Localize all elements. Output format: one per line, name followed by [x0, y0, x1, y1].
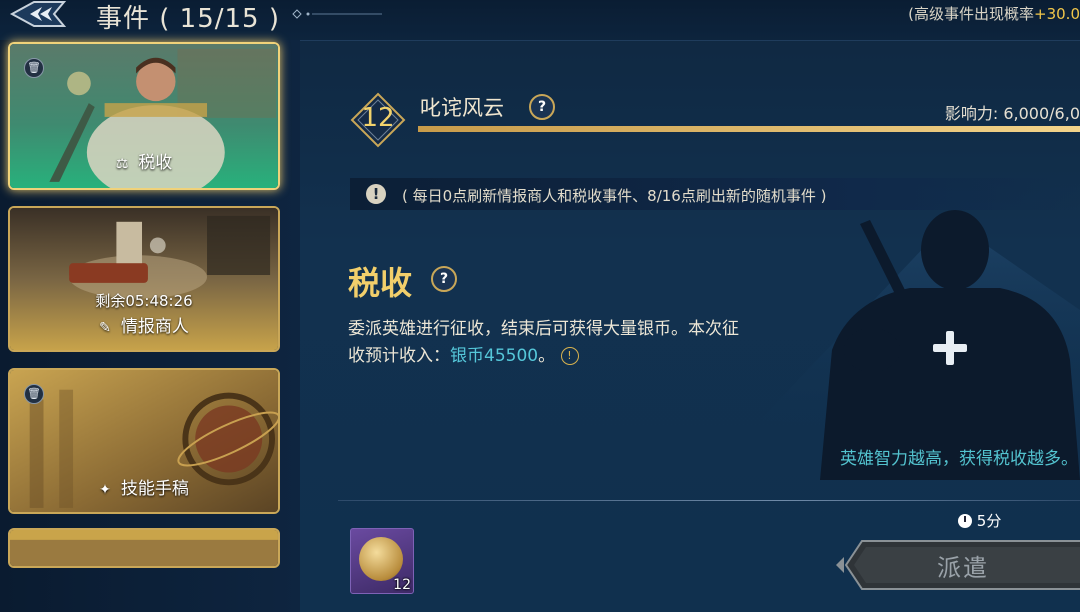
duration-value: 5分	[976, 512, 1002, 530]
scroll-icon: ✎	[99, 320, 111, 336]
top-bar: 事件 ( 15/15 ) (高级事件出现概率+30.0	[0, 0, 1080, 41]
description-end: 。	[538, 346, 556, 366]
dispatch-button-label: 派遣	[937, 554, 989, 582]
silver-coin-icon	[359, 537, 403, 581]
card-title: 税收	[138, 153, 173, 173]
title-divider-ornament	[292, 9, 382, 19]
info-warning-icon[interactable]: !	[560, 347, 579, 365]
influence-label: 影响力:	[944, 104, 999, 123]
silver-income: 银币45500	[450, 346, 539, 366]
hero-hint: 英雄智力越高，获得税收越多。	[840, 449, 1078, 469]
event-card-skill-manuscript[interactable]: 🗑 ✦ 技能手稿	[8, 368, 280, 514]
discard-icon[interactable]: 🗑	[24, 384, 44, 404]
help-icon[interactable]: ?	[431, 266, 457, 292]
merchant-timer: 剩余05:48:26	[95, 292, 193, 310]
back-icon[interactable]	[8, 0, 68, 30]
rate-label: (高级事件出现概率	[908, 5, 1035, 23]
discard-icon[interactable]: 🗑	[24, 58, 44, 78]
event-card-tax-label: ⚖ 税收	[10, 148, 278, 173]
scales-icon: ⚖	[115, 156, 129, 172]
card-title: 技能手稿	[120, 479, 189, 499]
event-card-merchant[interactable]: 剩余05:48:26 ✎ 情报商人	[8, 206, 280, 352]
influence-progress-bar	[418, 126, 1080, 132]
influence-value: 6,000/6,0	[1003, 104, 1080, 123]
detail-description: 委派英雄进行征收，结束后可获得大量银币。本次征收预计收入：银币45500。 !	[348, 316, 748, 370]
exclamation-icon: !	[366, 184, 386, 204]
event-level: 12	[361, 103, 395, 133]
event-card-skill-label: ✦ 技能手稿	[10, 474, 278, 499]
event-card-tax[interactable]: 🗑 ⚖ 税收	[8, 42, 280, 190]
reward-item[interactable]: 12	[350, 528, 414, 594]
wings-icon: ✦	[99, 482, 111, 498]
help-icon[interactable]: ?	[529, 94, 555, 120]
event-name: 叱诧风云	[420, 96, 504, 120]
clock-icon	[958, 514, 972, 528]
influence-progress-fill	[418, 126, 1080, 132]
hero-slot[interactable]	[760, 190, 1080, 480]
partial-card-art	[10, 530, 278, 566]
event-card-partial[interactable]	[8, 528, 280, 568]
reward-count: 12	[393, 577, 411, 593]
section-divider	[338, 500, 1080, 501]
detail-title: 税收	[348, 264, 413, 302]
event-card-merchant-label: ✎ 情报商人	[10, 312, 278, 337]
influence-readout: 影响力: 6,000/6,0	[945, 100, 1080, 124]
duration: 5分	[958, 510, 1001, 531]
page-title: 事件 ( 15/15 )	[96, 4, 281, 34]
card-title: 情报商人	[120, 317, 189, 337]
rate-value: +30.0	[1034, 5, 1080, 23]
advanced-event-rate: (高级事件出现概率+30.0	[908, 3, 1080, 24]
